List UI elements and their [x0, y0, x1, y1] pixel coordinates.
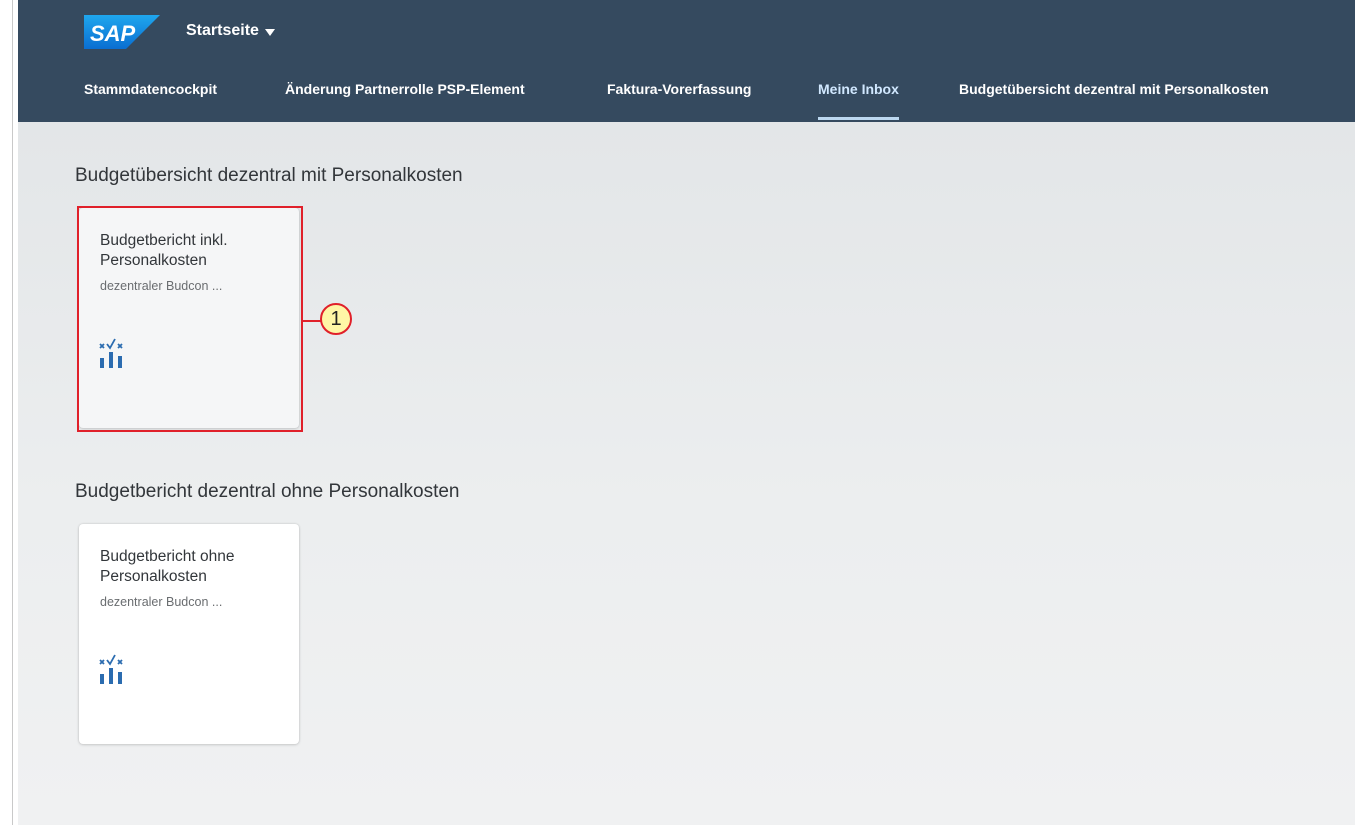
tab-budgetuebersicht[interactable]: Budgetübersicht dezentral mit Personalko… — [959, 70, 1269, 120]
tab-stammdatencockpit[interactable]: Stammdatencockpit — [84, 70, 217, 120]
bar-chart-check-icon — [98, 336, 134, 368]
tab-label: Stammdatencockpit — [84, 81, 218, 97]
tile-budgetbericht-inkl-personalkosten[interactable]: Budgetbericht inkl. Personalkosten dezen… — [79, 208, 299, 428]
tile-title: Budgetbericht ohne Personalkosten — [100, 548, 235, 585]
app-title: Startseite — [186, 22, 259, 39]
tab-meine-inbox[interactable]: Meine Inbox — [818, 70, 899, 120]
group-tabs: Stammdatencockpit Änderung Partnerrolle … — [18, 70, 1355, 122]
bar-chart-check-icon — [98, 652, 134, 684]
annotation-leader-line — [301, 320, 321, 322]
section-title: Budgetbericht dezentral ohne Personalkos… — [75, 481, 460, 502]
logo-text: SAP — [90, 21, 136, 46]
tile-title: Budgetbericht inkl. Personalkosten — [100, 232, 228, 269]
active-tab-indicator — [818, 117, 899, 120]
tile-subtitle: dezentraler Budcon ... — [100, 279, 223, 293]
fiori-launchpad: SAP Startseite Stammdatencockpit Änderun… — [18, 0, 1355, 825]
section-title: Budgetübersicht dezentral mit Personalko… — [75, 165, 463, 186]
shell-bar: SAP Startseite Stammdatencockpit Änderun… — [18, 0, 1355, 122]
tab-label: Meine Inbox — [818, 81, 899, 97]
app-title-menu[interactable]: Startseite — [186, 22, 275, 40]
tab-label: Budgetübersicht dezentral mit Personalko… — [959, 81, 1269, 97]
sap-logo[interactable]: SAP — [84, 15, 160, 49]
tile-container: Budgetübersicht dezentral mit Personalko… — [18, 122, 1355, 825]
tab-aenderung-partnerrolle[interactable]: Änderung Partnerrolle PSP-Element — [285, 70, 525, 120]
tab-label: Änderung Partnerrolle PSP-Element — [285, 81, 525, 97]
annotation-callout-number: 1 — [320, 303, 352, 335]
tile-subtitle: dezentraler Budcon ... — [100, 595, 223, 609]
tile-budgetbericht-ohne-personalkosten[interactable]: Budgetbericht ohne Personalkosten dezent… — [79, 524, 299, 744]
tab-faktura-vorerfassung[interactable]: Faktura-Vorerfassung — [607, 70, 751, 120]
tab-label: Faktura-Vorerfassung — [607, 81, 752, 97]
caret-down-icon — [264, 28, 275, 36]
screenshot-frame: SAP Startseite Stammdatencockpit Änderun… — [0, 0, 1355, 825]
